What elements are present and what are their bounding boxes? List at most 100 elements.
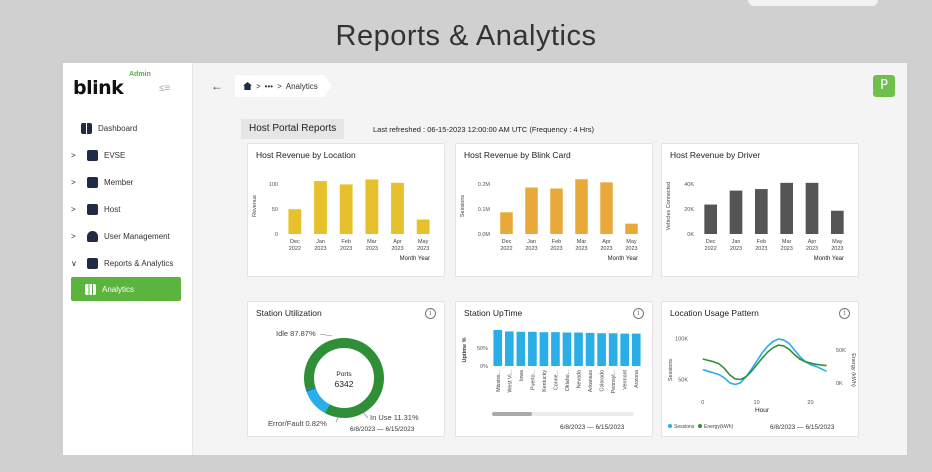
x-tick-label: Kentucky [542,370,548,392]
home-icon[interactable] [243,82,252,90]
x-axis-label: Month Year [608,256,638,262]
chart-location-usage-pattern: 50K 100K 0K 50K Sessions Energy (kWh) 0 10 20 Hou… [668,336,856,430]
bar [755,189,768,234]
sidebar-item-reports-analytics[interactable]: ∨ Reports & Analytics [63,253,193,273]
collapse-sidebar-icon[interactable]: ≤≡ [159,83,170,94]
date-separator: — [377,426,384,433]
bar [597,333,606,366]
y-tick-label: 0% [480,364,488,370]
x-tick-label: Jan [527,239,536,245]
blink-logo[interactable]: blink [73,77,124,99]
date-start: 6/8/2023 [770,424,796,431]
chart-scrollbar[interactable] [492,412,634,416]
date-start: 6/8/2023 [350,426,376,433]
legend-marker [668,424,672,428]
bar [528,331,537,366]
legend-marker [698,424,702,428]
y2-tick-label: 0K [836,381,843,387]
x-tick-label: 2023 [417,246,429,252]
y-tick-label: 0 [275,232,278,238]
bar [831,210,844,234]
sidebar-item-evse[interactable]: > EVSE [63,145,193,165]
x-tick-label: 2022 [705,246,717,252]
x-tick-label: 2023 [340,246,352,252]
bar [500,212,513,234]
x-tick-label: Vermont [623,369,629,389]
sidebar-item-host[interactable]: > Host [63,199,193,219]
bar [729,190,743,234]
breadcrumb-current: Analytics [285,81,318,91]
sidebar-item-dashboard[interactable]: Dashboard [63,118,193,138]
date-range: 6/8/2023 — 6/15/2023 [350,426,414,433]
breadcrumb: > ••• > Analytics [235,75,332,97]
x-tick-label: 2023 [525,246,537,252]
date-range: 6/8/2023 — 6/15/2023 [770,424,834,431]
bar [704,204,717,234]
bar [539,332,549,366]
legend-label: Sessions [674,424,695,430]
x-tick-label: Feb [757,239,766,245]
chart-scrollbar-thumb[interactable] [492,412,532,416]
x-tick-label: 2023 [366,246,378,252]
back-button[interactable]: ← [211,79,223,93]
bar [608,333,618,366]
x-tick-label: Feb [552,239,561,245]
bar [516,331,526,366]
bar [575,179,588,234]
bar [339,184,353,234]
bar [314,181,327,234]
bar [625,223,638,234]
x-tick-label: 2023 [730,246,742,252]
sidebar-item-member[interactable]: > Member [63,172,193,192]
slide-title: Reports & Analytics [335,20,597,52]
chevron-right-icon: > [71,177,76,187]
bar [562,332,572,366]
bar [600,182,613,234]
x-tick-label: 2023 [831,246,843,252]
info-icon[interactable]: i [425,308,436,319]
chevron-right-icon: > [71,150,76,160]
app-window: blink Admin ≤≡ Dashboard > EVSE > Member… [62,62,908,456]
x-tick-label: Dec [706,239,716,245]
bar [493,330,503,366]
x-tick-label: 0 [701,400,704,406]
x-tick-label: Dec [502,239,512,245]
card-revenue-by-blink-card: Host Revenue by Blink Card 0.0M 0.1M 0.2M S… [455,143,653,277]
sidebar-item-user-management[interactable]: > User Management [63,226,193,246]
bar [550,188,563,234]
y-axis-label: Vehicles Connected [666,182,672,231]
donut-center-label: Ports [336,371,352,378]
breadcrumb-ellipsis[interactable]: ••• [265,82,273,91]
x-axis-label: Month Year [400,256,430,262]
x-tick-label: Mar [367,239,377,245]
info-icon[interactable]: i [839,308,850,319]
chevron-right-icon: > [71,204,76,214]
card-location-usage-pattern: Location Usage Pattern i 50K 100K 0K 50K Ses… [661,301,859,437]
user-avatar[interactable]: P [873,75,895,97]
bar [525,187,538,234]
sidebar-item-analytics[interactable]: Analytics [71,277,181,301]
y2-tick-label: 50K [836,348,846,354]
sidebar-item-label: Reports & Analytics [104,258,174,268]
y-tick-label: 0.1M [478,207,491,213]
x-tick-label: 20 [807,400,813,406]
x-tick-label: Oklaho... [565,370,571,391]
bar [780,182,793,234]
y-tick-label: 50 [272,207,278,213]
chevron-down-icon: ∨ [71,258,77,268]
y-tick-label: 100 [269,182,278,188]
x-tick-label: 2023 [755,246,767,252]
card-title: Host Revenue by Driver [670,150,761,160]
reports-icon [87,257,98,269]
x-tick-label: 2022 [500,246,512,252]
x-tick-label: Pennsyl... [611,370,617,393]
analytics-icon [85,283,96,295]
card-title: Station Utilization [256,308,322,318]
x-tick-label: May [832,239,843,245]
info-icon[interactable]: i [633,308,644,319]
date-end: 6/15/2023 [805,424,835,431]
y-tick-label: 40K [684,182,694,188]
y-tick-label: 100K [675,336,688,342]
date-separator: — [587,424,594,431]
x-tick-label: 2023 [625,246,637,252]
